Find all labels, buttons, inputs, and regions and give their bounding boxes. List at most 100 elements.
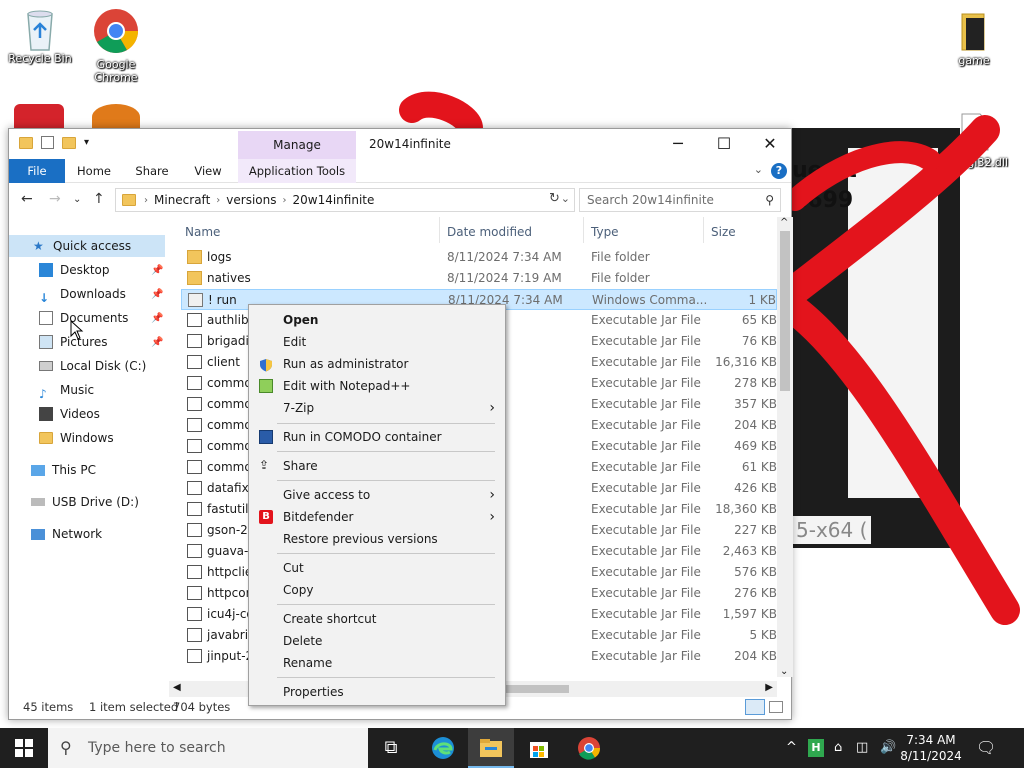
- menu-item-share[interactable]: ⇪ Share: [249, 455, 505, 477]
- jar-file-icon: [187, 502, 202, 516]
- nav-downloads[interactable]: ↓ Downloads: [39, 283, 126, 305]
- nav-this-pc[interactable]: This PC: [31, 459, 96, 481]
- column-header-size[interactable]: Size: [711, 225, 736, 239]
- tab-view[interactable]: View: [185, 159, 231, 183]
- tab-share[interactable]: Share: [127, 159, 177, 183]
- maximize-button[interactable]: ☐: [701, 129, 747, 159]
- pin-icon[interactable]: 📌: [151, 289, 163, 300]
- column-header-type[interactable]: Type: [591, 225, 619, 239]
- cell-name: logs: [207, 250, 232, 264]
- tab-application-tools[interactable]: Application Tools: [238, 159, 356, 183]
- breadcrumb-separator-icon[interactable]: ›: [144, 195, 148, 206]
- scroll-left-icon[interactable]: ◀: [173, 682, 181, 693]
- store-icon[interactable]: [516, 728, 562, 768]
- menu-item-run-as-administrator[interactable]: Run as administrator: [249, 353, 505, 375]
- breadcrumb-item[interactable]: Minecraft: [154, 193, 210, 207]
- breadcrumb-item[interactable]: versions: [226, 193, 276, 207]
- search-input[interactable]: Search 20w14infinite ⚲: [579, 188, 781, 212]
- menu-item-run-in-comodo[interactable]: Run in COMODO container: [249, 426, 505, 448]
- address-dropdown-icon[interactable]: ⌄: [561, 192, 570, 205]
- scrollbar-thumb[interactable]: [780, 231, 790, 391]
- qat-dropdown-icon[interactable]: ▾: [84, 137, 89, 148]
- forward-arrow-icon[interactable]: →: [49, 191, 61, 207]
- menu-item-give-access[interactable]: Give access to ›: [249, 484, 505, 506]
- menu-item-7zip[interactable]: 7-Zip ›: [249, 397, 505, 419]
- scroll-down-icon[interactable]: ⌄: [780, 666, 788, 677]
- help-icon[interactable]: ?: [771, 163, 787, 179]
- large-icons-view-icon[interactable]: [769, 701, 783, 713]
- breadcrumb-separator-icon[interactable]: ›: [216, 195, 220, 206]
- title-bar[interactable]: ▾ Manage 20w14infinite ─ ☐ ✕: [9, 129, 791, 159]
- close-button[interactable]: ✕: [747, 129, 793, 159]
- scroll-right-icon[interactable]: ▶: [765, 682, 773, 693]
- pin-icon[interactable]: 📌: [151, 265, 163, 276]
- taskbar-search-input[interactable]: ⚲ Type here to search: [48, 728, 368, 768]
- cell-type: Executable Jar File: [591, 355, 701, 369]
- menu-item-edit-with-notepad[interactable]: Edit with Notepad++: [249, 375, 505, 397]
- folder-icon[interactable]: [19, 136, 33, 149]
- up-arrow-icon[interactable]: ↑: [93, 191, 105, 207]
- selection-size: 704 bytes: [173, 700, 231, 714]
- menu-separator: [277, 451, 495, 452]
- address-bar[interactable]: › Minecraft › versions › 20w14infinite ⌄: [115, 188, 575, 212]
- menu-item-delete[interactable]: Delete: [249, 630, 505, 652]
- manage-tab[interactable]: Manage: [238, 131, 356, 159]
- menu-item-bitdefender[interactable]: B Bitdefender ›: [249, 506, 505, 528]
- wifi-tray-icon[interactable]: ◫: [856, 728, 868, 768]
- menu-item-cut[interactable]: Cut: [249, 557, 505, 579]
- refresh-icon[interactable]: ↻: [549, 191, 560, 206]
- nav-music[interactable]: ♪ Music: [39, 379, 94, 401]
- breadcrumb-separator-icon[interactable]: ›: [282, 195, 286, 206]
- nav-network[interactable]: Network: [31, 523, 102, 545]
- notification-icon[interactable]: 🗨: [976, 728, 996, 768]
- column-divider[interactable]: [703, 217, 704, 243]
- cell-size: 278 KB: [734, 376, 777, 390]
- menu-item-copy[interactable]: Copy: [249, 579, 505, 601]
- new-folder-icon[interactable]: [62, 136, 76, 149]
- volume-icon[interactable]: 🔊: [880, 728, 896, 768]
- column-header-date[interactable]: Date modified: [447, 225, 532, 239]
- details-view-icon[interactable]: [745, 699, 765, 715]
- back-arrow-icon[interactable]: ←: [21, 191, 33, 207]
- table-row[interactable]: logs 8/11/2024 7:34 AM File folder: [181, 247, 777, 268]
- tab-home[interactable]: Home: [69, 159, 119, 183]
- breadcrumb-item[interactable]: 20w14infinite: [292, 193, 374, 207]
- cell-date: 8/11/2024 7:34 AM: [447, 250, 562, 264]
- clock[interactable]: 7:34 AM 8/11/2024: [900, 732, 962, 764]
- menu-item-rename[interactable]: Rename: [249, 652, 505, 674]
- search-placeholder: Search 20w14infinite: [587, 193, 714, 207]
- column-divider[interactable]: [439, 217, 440, 243]
- tab-file[interactable]: File: [9, 159, 65, 183]
- file-explorer-taskbar-icon[interactable]: [468, 728, 514, 768]
- recent-locations-icon[interactable]: ⌄: [73, 194, 81, 205]
- expand-ribbon-icon[interactable]: ⌄: [754, 163, 763, 176]
- menu-item-edit[interactable]: Edit: [249, 331, 505, 353]
- column-header-name[interactable]: Name: [185, 225, 220, 239]
- minimize-button[interactable]: ─: [655, 129, 701, 159]
- nav-videos[interactable]: Videos: [39, 403, 100, 425]
- nav-desktop[interactable]: Desktop: [39, 259, 110, 281]
- table-row[interactable]: natives 8/11/2024 7:19 AM File folder: [181, 268, 777, 289]
- menu-item-properties[interactable]: Properties: [249, 681, 505, 703]
- network-tray-icon[interactable]: ⌂: [834, 728, 842, 768]
- folder-icon: [122, 194, 136, 206]
- nav-windows[interactable]: Windows: [39, 427, 114, 449]
- chrome-taskbar-icon[interactable]: [566, 728, 612, 768]
- menu-item-open[interactable]: Open: [249, 309, 505, 331]
- properties-checkbox-icon[interactable]: [41, 136, 54, 149]
- scroll-up-icon[interactable]: ^: [780, 217, 788, 228]
- menu-item-create-shortcut[interactable]: Create shortcut: [249, 608, 505, 630]
- pin-icon[interactable]: 📌: [151, 337, 163, 348]
- column-divider[interactable]: [583, 217, 584, 243]
- nav-usb-drive[interactable]: USB Drive (D:): [31, 491, 139, 513]
- task-view-icon[interactable]: ⧉: [368, 728, 414, 768]
- edge-icon[interactable]: [420, 728, 466, 768]
- start-button[interactable]: [0, 728, 48, 768]
- vertical-scrollbar[interactable]: ^ ⌄: [777, 217, 793, 677]
- menu-item-restore-previous-versions[interactable]: Restore previous versions: [249, 528, 505, 550]
- h-app-tray-icon[interactable]: H: [808, 739, 824, 757]
- pin-icon[interactable]: 📌: [151, 313, 163, 324]
- nav-local-disk[interactable]: Local Disk (C:): [39, 355, 146, 377]
- show-hidden-icons-icon[interactable]: ^: [786, 728, 797, 768]
- nav-quick-access[interactable]: ★ Quick access: [9, 235, 165, 257]
